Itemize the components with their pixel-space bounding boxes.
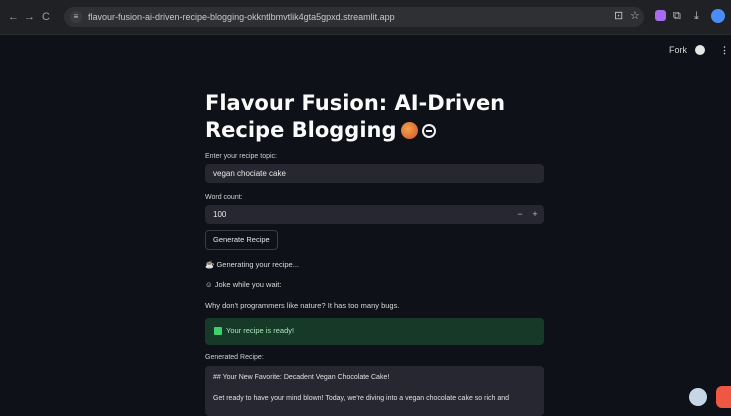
streamlit-badge-icon[interactable]	[716, 386, 731, 408]
assistant-avatar-icon[interactable]	[689, 388, 707, 406]
decrement-button[interactable]: −	[514, 205, 526, 224]
install-app-icon[interactable]: ⊡	[614, 9, 623, 23]
bookmark-star-icon[interactable]: ☆	[630, 9, 640, 23]
extension-icon[interactable]	[655, 10, 666, 21]
main-content: Flavour Fusion: AI-Driven Recipe Bloggin…	[205, 90, 544, 416]
generating-status: ☕ Generating your recipe...	[205, 260, 299, 269]
increment-button[interactable]: +	[529, 205, 541, 224]
generated-recipe-label: Generated Recipe:	[205, 354, 264, 361]
browser-toolbar: ← → C ≡ flavour-fusion-ai-driven-recipe-…	[0, 0, 731, 35]
check-box-icon	[214, 327, 222, 335]
word-count-label: Word count:	[205, 194, 243, 201]
word-count-stepper: − +	[205, 205, 544, 224]
app-header: Fork ⋮	[611, 42, 731, 58]
github-icon[interactable]	[695, 45, 705, 55]
menu-icon[interactable]: ⋮	[720, 42, 729, 58]
reload-icon[interactable]: C	[42, 10, 50, 24]
smiley-icon: ☺	[205, 280, 213, 289]
word-count-input[interactable]	[205, 205, 505, 224]
joke-heading: ☺ Joke while you wait:	[205, 280, 281, 289]
extensions-puzzle-icon[interactable]: ⧉	[673, 9, 681, 23]
chef-emoji-icon	[400, 122, 418, 139]
site-info-icon[interactable]: ≡	[70, 11, 82, 23]
coffee-cup-icon: ☕	[205, 260, 215, 269]
url-text: flavour-fusion-ai-driven-recipe-blogging…	[88, 12, 395, 22]
page-title: Flavour Fusion: AI-Driven Recipe Bloggin…	[205, 90, 544, 144]
generate-recipe-button[interactable]: Generate Recipe	[205, 230, 278, 250]
generated-recipe-area[interactable]: ## Your New Favorite: Decadent Vegan Cho…	[205, 366, 544, 416]
topic-label: Enter your recipe topic:	[205, 153, 277, 160]
forward-icon[interactable]: →	[24, 10, 35, 24]
success-text: Your recipe is ready!	[226, 326, 295, 335]
recipe-heading-line: ## Your New Favorite: Decadent Vegan Cho…	[213, 374, 390, 381]
joke-heading-text: Joke while you wait:	[214, 280, 282, 289]
joke-text: Why don't programmers like nature? It ha…	[205, 301, 400, 310]
back-icon[interactable]: ←	[8, 10, 19, 24]
smiley-face-icon	[421, 124, 436, 138]
fork-button[interactable]: Fork	[669, 42, 687, 58]
page-title-text: Flavour Fusion: AI-Driven Recipe Bloggin…	[205, 91, 506, 142]
download-icon[interactable]: ⤓	[694, 9, 699, 23]
recipe-topic-input[interactable]	[205, 164, 544, 183]
success-alert: Your recipe is ready!	[205, 318, 544, 345]
address-bar[interactable]: ≡ flavour-fusion-ai-driven-recipe-bloggi…	[64, 7, 644, 27]
profile-avatar-icon[interactable]	[711, 9, 725, 23]
generating-text: Generating your recipe...	[216, 260, 299, 269]
